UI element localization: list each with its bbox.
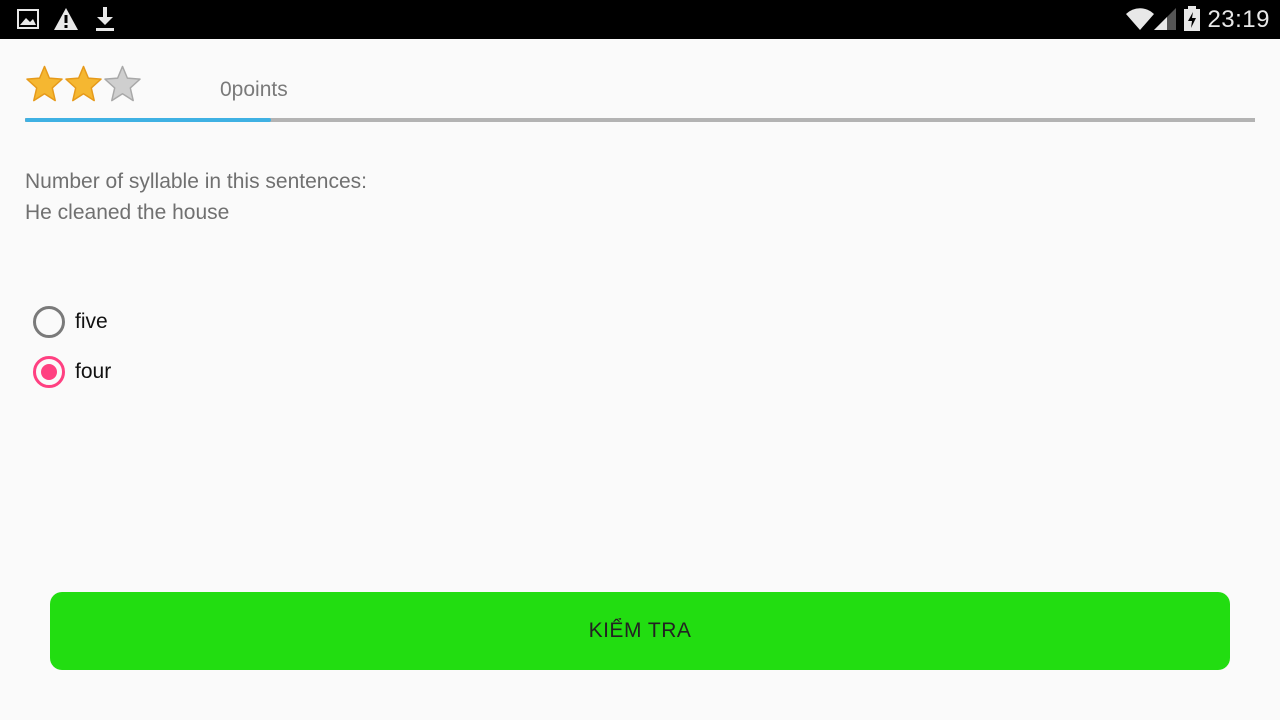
radio-button[interactable] xyxy=(33,356,65,388)
star-filled-icon xyxy=(25,63,64,105)
signal-icon xyxy=(1153,7,1177,36)
star-rating xyxy=(25,63,142,105)
star-empty-icon xyxy=(103,63,142,105)
progress-bar xyxy=(25,118,1255,122)
download-icon xyxy=(94,6,116,37)
battery-charging-icon xyxy=(1183,6,1201,37)
option-five[interactable]: five xyxy=(33,297,111,347)
option-label: four xyxy=(75,360,112,383)
star-filled-icon xyxy=(64,63,103,105)
wifi-icon xyxy=(1125,7,1155,36)
option-four[interactable]: four xyxy=(33,347,111,397)
warning-icon xyxy=(53,6,79,37)
status-time: 23:19 xyxy=(1207,6,1270,33)
status-bar: 23:19 xyxy=(0,0,1280,39)
points-label: 0points xyxy=(220,78,288,101)
answer-options: five four xyxy=(33,297,111,397)
option-label: five xyxy=(75,310,108,333)
progress-fill xyxy=(25,118,271,122)
check-button[interactable]: KIỂM TRA xyxy=(50,592,1230,670)
question-prompt: Number of syllable in this sentences: xyxy=(25,170,367,193)
radio-button[interactable] xyxy=(33,306,65,338)
question-sentence: He cleaned the house xyxy=(25,201,230,224)
question-text: Number of syllable in this sentences: He… xyxy=(25,166,367,228)
image-icon xyxy=(17,6,39,37)
